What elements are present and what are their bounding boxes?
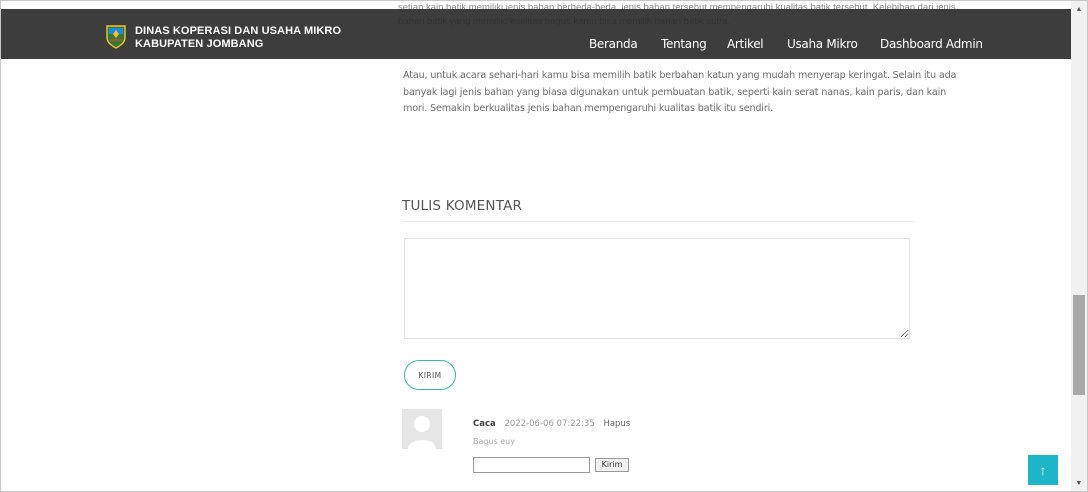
nav-beranda[interactable]: Beranda [589,37,638,51]
vertical-scrollbar[interactable]: ▲ ▼ [1071,1,1087,491]
site-header: DINAS KOPERASI DAN USAHA MIKRO KABUPATEN… [1,9,1071,59]
submit-comment-button[interactable]: KIRIM [404,360,456,390]
scroll-to-top-button[interactable]: ↑ [1028,455,1058,485]
avatar [402,409,442,449]
scrollbar-thumb[interactable] [1073,295,1085,395]
comment-author: Caca [473,419,496,429]
reply-input[interactable] [473,457,590,473]
nav-tentang[interactable]: Tentang [661,37,707,51]
comment-meta: Caca 2022-06-06 07:22:35 Hapus [473,419,630,429]
nav-artikel[interactable]: Artikel [727,37,764,51]
comment-date: 2022-06-06 07:22:35 [504,419,595,429]
delete-comment-link[interactable]: Hapus [603,419,630,429]
article-paragraph: Atau, untuk acara sehari-hari kamu bisa … [403,70,957,114]
comment-section-title: TULIS KOMENTAR [402,198,523,214]
nav-usaha-mikro[interactable]: Usaha Mikro [787,37,858,51]
scroll-down-arrow-icon[interactable]: ▼ [1071,479,1087,489]
nav-dashboard-admin[interactable]: Dashboard Admin [880,37,983,51]
scroll-up-arrow-icon[interactable]: ▲ [1071,5,1087,15]
browser-viewport: setiap kain batik memiliki jenis bahan b… [0,0,1088,492]
comment-textarea[interactable] [404,238,910,339]
title-divider [402,221,914,222]
main-nav: Beranda Tentang Artikel Usaha Mikro Dash… [1,37,1071,53]
reply-submit-button[interactable]: Kirim [595,458,629,472]
comment-text: Bagus euy [473,437,515,446]
arrow-up-icon: ↑ [1039,462,1047,478]
